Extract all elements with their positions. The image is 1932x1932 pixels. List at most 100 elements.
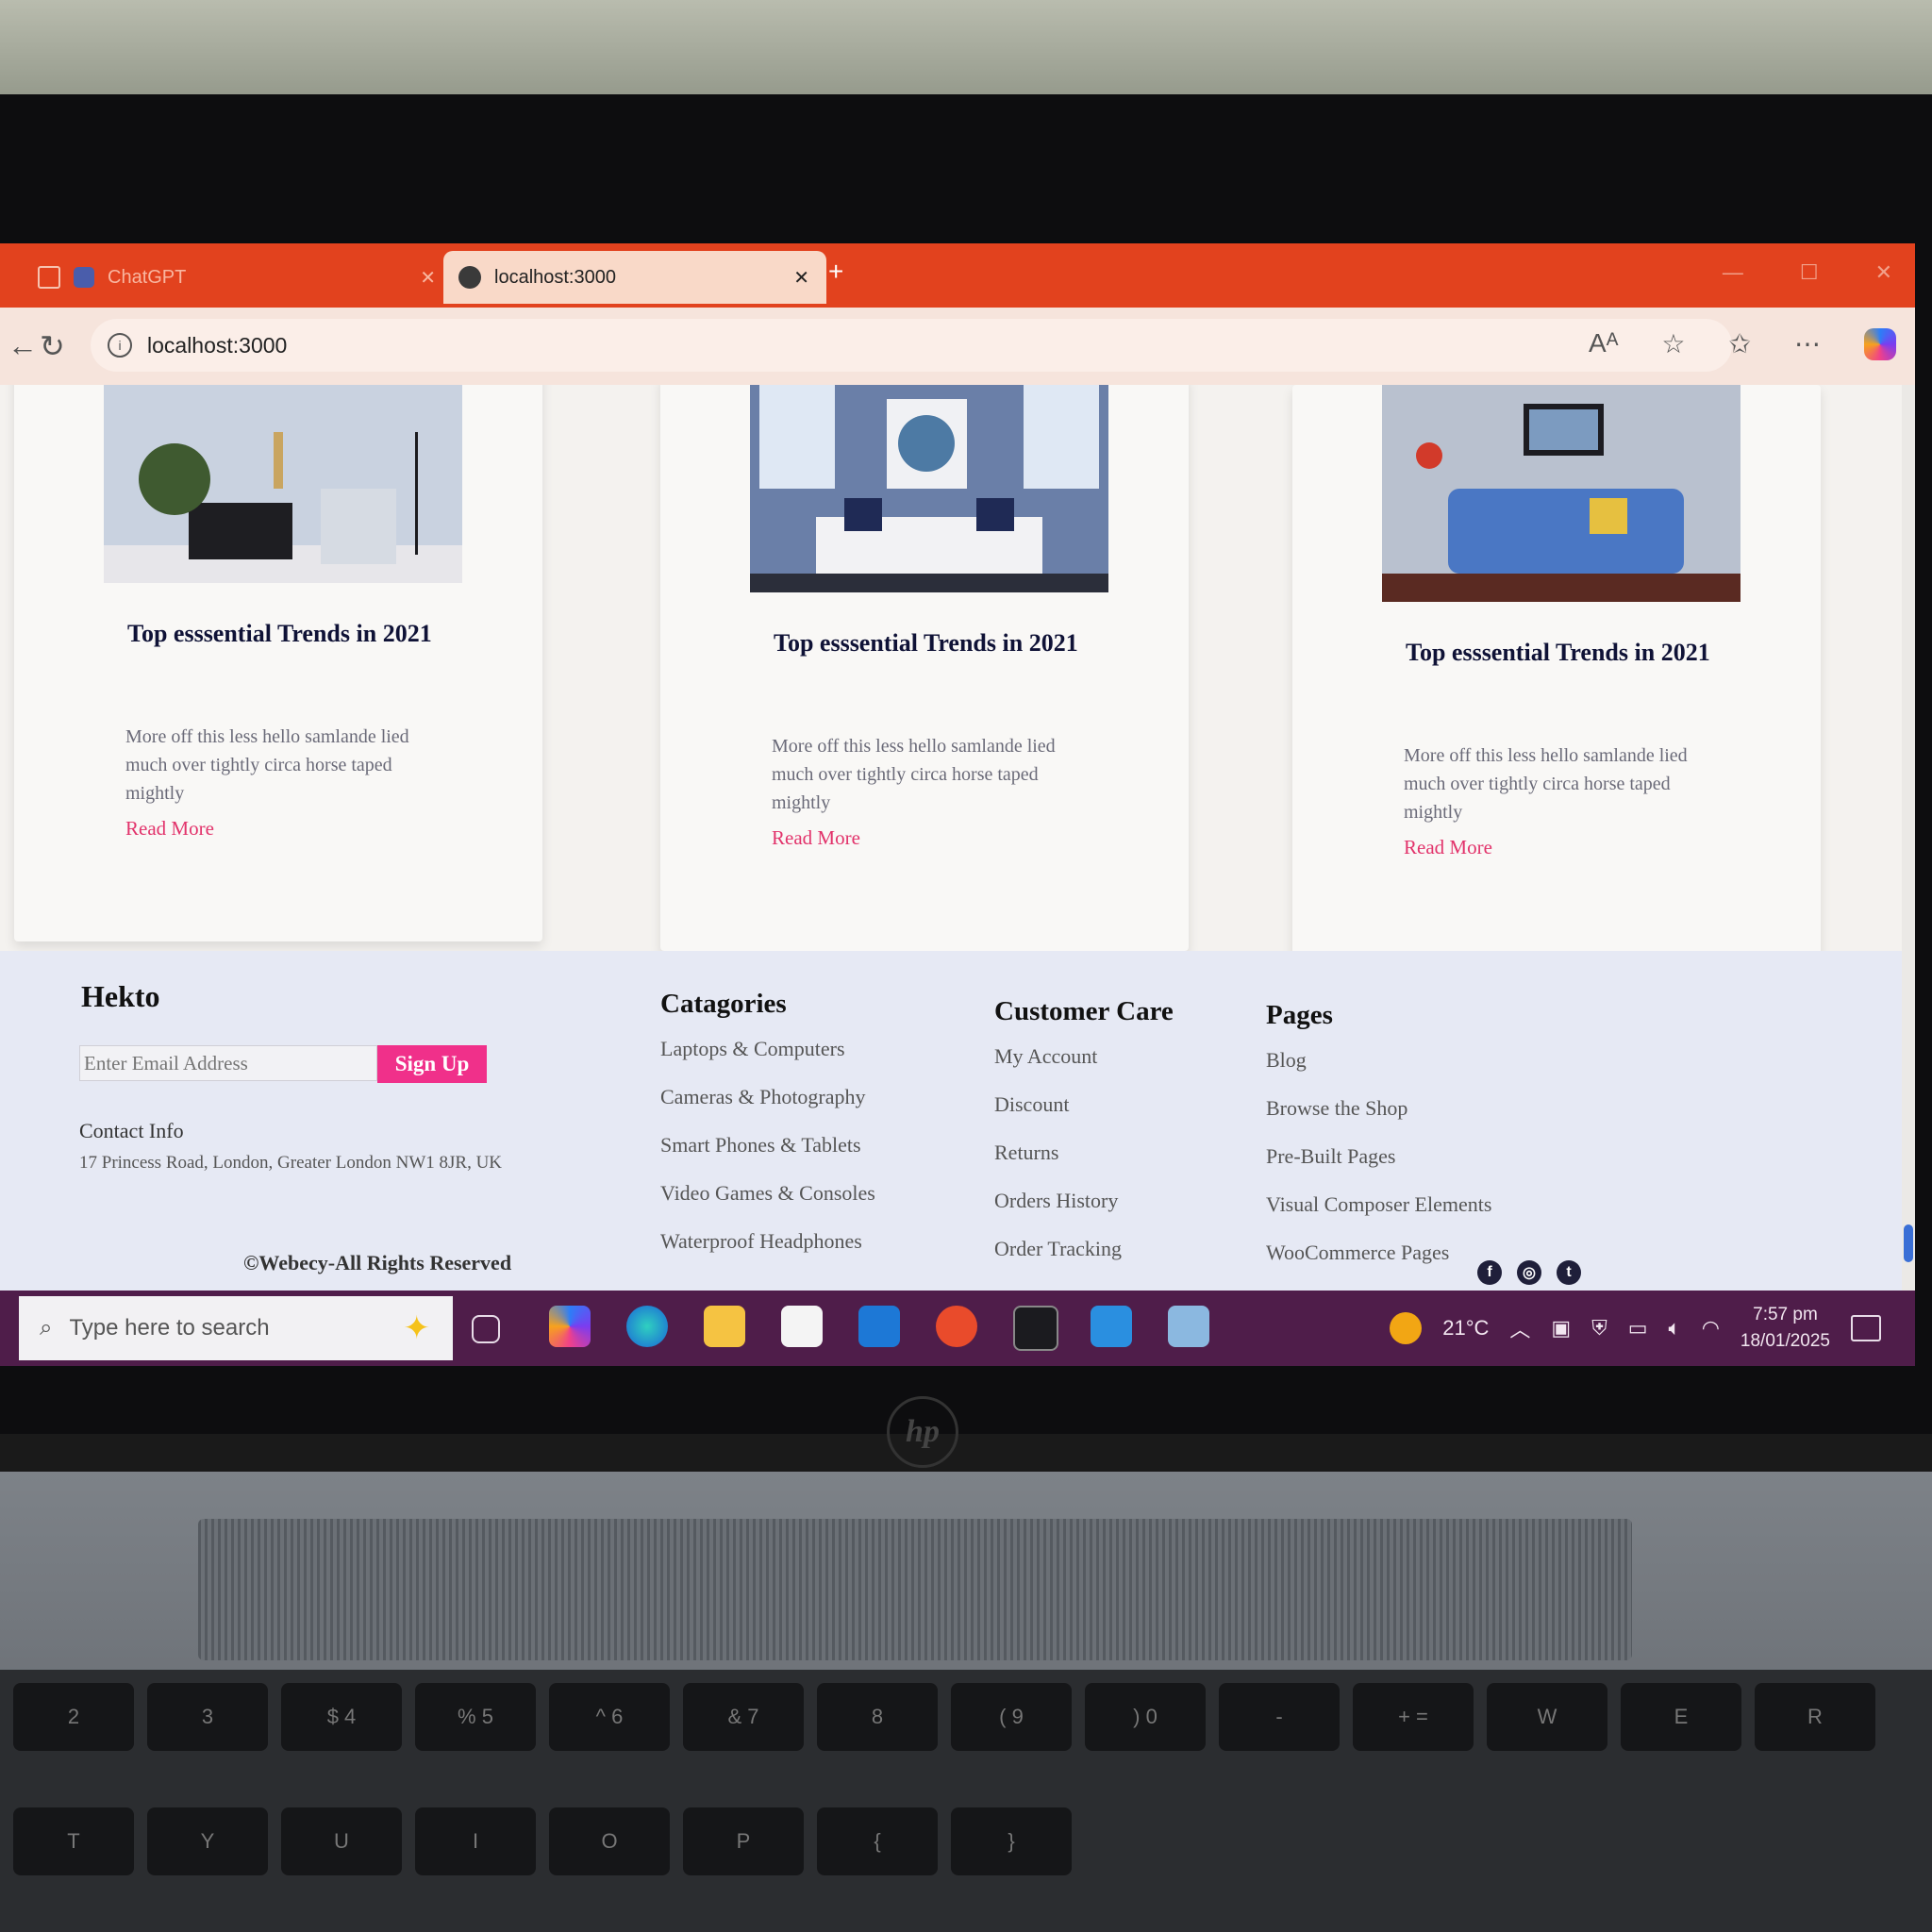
copilot-icon[interactable] — [1864, 328, 1896, 360]
tab-actions-icon[interactable] — [38, 266, 60, 289]
key[interactable]: $ 4 — [281, 1683, 402, 1751]
footer-link[interactable]: WooCommerce Pages — [1266, 1241, 1491, 1289]
outlook-icon[interactable] — [858, 1306, 900, 1347]
footer-link[interactable]: Order Tracking — [994, 1237, 1174, 1285]
key[interactable]: ) 0 — [1085, 1683, 1206, 1751]
key[interactable]: } — [951, 1807, 1072, 1875]
close-icon[interactable]: ✕ — [793, 266, 809, 290]
footer-link[interactable]: Laptops & Computers — [660, 1037, 875, 1085]
tab-localhost[interactable]: localhost:3000 ✕ — [443, 251, 826, 304]
contact-info-label: Contact Info — [79, 1119, 184, 1142]
read-aloud-icon[interactable]: Aᴬ — [1589, 328, 1618, 360]
key[interactable]: R — [1755, 1683, 1875, 1751]
task-view-icon[interactable] — [472, 1315, 500, 1343]
page-scrollbar[interactable] — [1902, 385, 1915, 1291]
site-footer: Hekto Sign Up Contact Info 17 Princess R… — [0, 951, 1902, 1291]
key[interactable]: O — [549, 1807, 670, 1875]
blog-image — [104, 385, 462, 583]
key[interactable]: - — [1219, 1683, 1340, 1751]
tab-title: localhost:3000 — [494, 266, 616, 288]
tab-title: ChatGPT — [108, 266, 187, 288]
hp-logo: hp — [887, 1396, 958, 1468]
key[interactable]: T — [13, 1807, 134, 1875]
key[interactable]: I — [415, 1807, 536, 1875]
footer-link[interactable]: Video Games & Consoles — [660, 1181, 875, 1229]
read-more-link[interactable]: Read More — [125, 817, 214, 841]
tab-chatgpt[interactable]: ChatGPT ✕ — [19, 251, 453, 304]
security-icon[interactable]: ⛨ — [1591, 1316, 1607, 1341]
key[interactable]: U — [281, 1807, 402, 1875]
copilot-app-icon[interactable] — [549, 1306, 591, 1347]
twitter-icon[interactable]: t — [1557, 1260, 1581, 1285]
key[interactable]: & 7 — [683, 1683, 804, 1751]
footer-column-pages: Pages Blog Browse the Shop Pre-Built Pag… — [1266, 1000, 1491, 1289]
star-icon[interactable]: ☆ — [1661, 328, 1685, 360]
weather-icon[interactable] — [1390, 1312, 1423, 1344]
key[interactable]: % 5 — [415, 1683, 536, 1751]
maximize-icon[interactable]: ☐ — [1800, 260, 1819, 285]
volume-icon[interactable]: 🔈︎ — [1669, 1316, 1681, 1341]
battery-icon[interactable]: ▭ — [1628, 1316, 1648, 1341]
footer-link[interactable]: Returns — [994, 1141, 1174, 1189]
facebook-icon[interactable]: f — [1477, 1260, 1502, 1285]
footer-link[interactable]: Orders History — [994, 1189, 1174, 1237]
copyright-text: ©Webecy-All Rights Reserved — [243, 1251, 512, 1274]
instagram-icon[interactable]: ◎ — [1517, 1260, 1541, 1285]
notepad-icon[interactable] — [1168, 1306, 1209, 1347]
key[interactable]: 3 — [147, 1683, 268, 1751]
file-explorer-icon[interactable] — [704, 1306, 745, 1347]
contact-address: 17 Princess Road, London, Greater London… — [79, 1153, 503, 1173]
key[interactable]: 2 — [13, 1683, 134, 1751]
footer-link[interactable]: My Account — [994, 1044, 1174, 1092]
column-heading: Customer Care — [994, 996, 1174, 1026]
vscode-icon[interactable] — [1091, 1306, 1132, 1347]
scrollbar-thumb[interactable] — [1904, 1224, 1913, 1262]
microsoft-store-icon[interactable] — [781, 1306, 823, 1347]
key[interactable]: ^ 6 — [549, 1683, 670, 1751]
new-tab-button[interactable]: + — [828, 257, 843, 287]
key[interactable]: 8 — [817, 1683, 938, 1751]
key[interactable]: { — [817, 1807, 938, 1875]
footer-link[interactable]: Smart Phones & Tablets — [660, 1133, 875, 1181]
close-window-icon[interactable]: ✕ — [1875, 260, 1892, 285]
key[interactable]: E — [1621, 1683, 1741, 1751]
blog-card: Top esssential Trends in 2021 More off t… — [660, 385, 1189, 951]
meet-icon[interactable]: ▣ — [1551, 1316, 1571, 1341]
more-icon[interactable]: ⋯ — [1794, 328, 1821, 360]
sign-up-button[interactable]: Sign Up — [377, 1045, 487, 1083]
footer-link[interactable]: Discount — [994, 1092, 1174, 1141]
wifi-icon[interactable]: ◠ — [1702, 1316, 1720, 1341]
terminal-icon[interactable] — [1013, 1306, 1058, 1351]
back-icon[interactable]: ← — [8, 328, 38, 363]
refresh-icon[interactable]: ↻ — [40, 328, 65, 364]
key[interactable]: P — [683, 1807, 804, 1875]
blog-section: Top esssential Trends in 2021 More off t… — [9, 385, 1896, 960]
read-more-link[interactable]: Read More — [772, 826, 860, 850]
footer-link[interactable]: Cameras & Photography — [660, 1085, 875, 1133]
chevron-up-icon[interactable]: ︿ — [1509, 1313, 1530, 1343]
wps-office-icon[interactable] — [936, 1306, 977, 1347]
clock[interactable]: 7:57 pm 18/01/2025 — [1740, 1302, 1830, 1355]
footer-link[interactable]: Visual Composer Elements — [1266, 1192, 1491, 1241]
info-icon[interactable]: i — [108, 333, 132, 358]
footer-link[interactable]: Browse the Shop — [1266, 1096, 1491, 1144]
footer-link[interactable]: Pre-Built Pages — [1266, 1144, 1491, 1192]
minimize-icon[interactable]: — — [1723, 260, 1743, 285]
key[interactable]: + = — [1353, 1683, 1474, 1751]
key[interactable]: ( 9 — [951, 1683, 1072, 1751]
close-icon[interactable]: ✕ — [420, 266, 436, 290]
temperature[interactable]: 21°C — [1442, 1316, 1489, 1341]
footer-link[interactable]: Blog — [1266, 1048, 1491, 1096]
taskbar-search[interactable]: ⌕ Type here to search ✦ — [19, 1296, 453, 1360]
footer-link[interactable]: Waterproof Headphones — [660, 1229, 875, 1277]
email-input[interactable] — [79, 1045, 377, 1081]
url-field[interactable]: i localhost:3000 — [91, 319, 1732, 372]
notification-icon[interactable] — [1851, 1315, 1881, 1341]
sparkle-icon: ✦ — [403, 1310, 431, 1346]
read-more-link[interactable]: Read More — [1404, 836, 1492, 859]
key[interactable]: W — [1487, 1683, 1607, 1751]
favorites-icon[interactable]: ✩ — [1729, 328, 1751, 360]
edge-browser-icon[interactable] — [626, 1306, 668, 1347]
blog-card-title: Top esssential Trends in 2021 — [127, 620, 432, 647]
key[interactable]: Y — [147, 1807, 268, 1875]
